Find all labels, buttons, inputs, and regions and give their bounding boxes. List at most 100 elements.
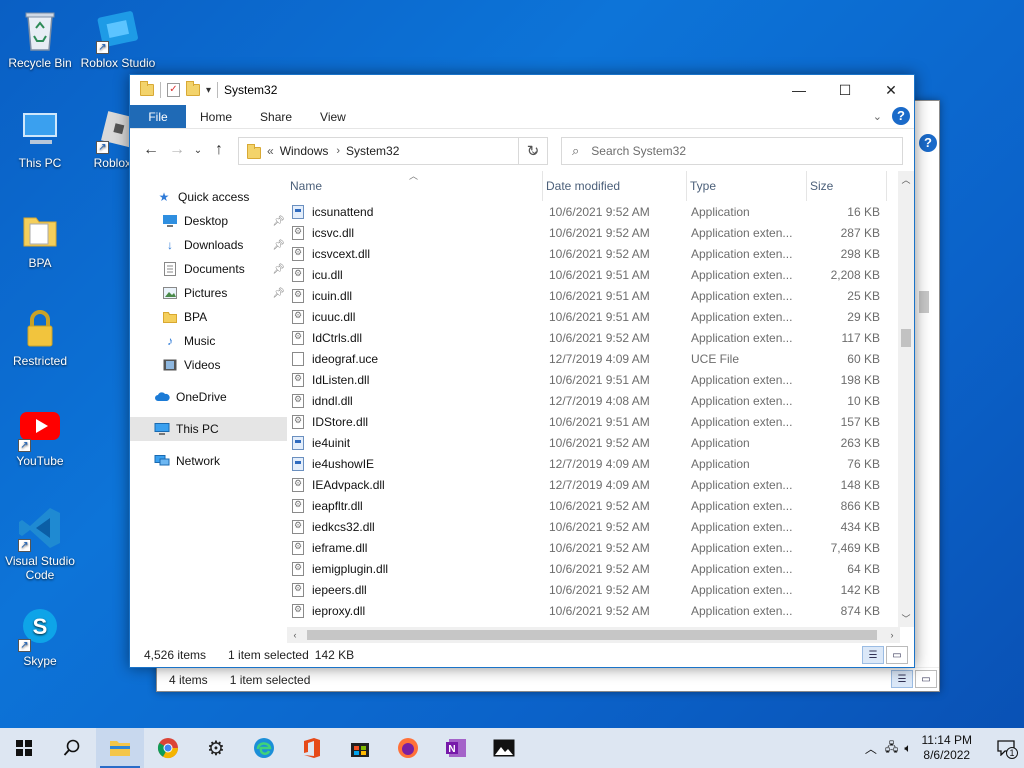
file-name-cell[interactable]: iedkcs32.dll	[287, 519, 543, 534]
new-folder-icon[interactable]	[186, 81, 200, 96]
customize-toolbar-icon[interactable]: ▾	[206, 85, 211, 96]
file-row[interactable]: idndl.dll 12/7/2019 4:08 AM Application ex…	[287, 390, 915, 411]
recent-locations-button[interactable]: ⌄	[190, 145, 206, 156]
scroll-down-icon[interactable]: ﹀	[898, 612, 914, 625]
desktop-icon-roblox-studio[interactable]: ↗ Roblox Studio	[78, 6, 158, 70]
taskbar-edge[interactable]	[240, 728, 288, 768]
file-name-cell[interactable]: ideograf.uce	[287, 351, 543, 366]
nav-item-music[interactable]: ♪ Music	[130, 329, 287, 353]
tab-share[interactable]: Share	[246, 105, 306, 128]
file-name-cell[interactable]: icuuc.dll	[287, 309, 543, 324]
minimize-button[interactable]: —	[776, 75, 822, 105]
file-name-cell[interactable]: icu.dll	[287, 267, 543, 282]
file-name-cell[interactable]: IDStore.dll	[287, 414, 543, 429]
desktop-icon-restricted[interactable]: Restricted	[0, 304, 80, 368]
file-row[interactable]: ieproxy.dll 10/6/2021 9:52 AM Application …	[287, 600, 915, 621]
up-button[interactable]: ↑	[206, 141, 232, 159]
file-name-cell[interactable]: IdListen.dll	[287, 372, 543, 387]
column-date-modified[interactable]: Date modified	[543, 171, 687, 201]
file-row[interactable]: iepeers.dll 10/6/2021 9:52 AM Application …	[287, 579, 915, 600]
nav-onedrive[interactable]: OneDrive	[130, 385, 287, 409]
maximize-button[interactable]: ☐	[822, 75, 868, 105]
expand-ribbon-icon[interactable]: ⌄	[873, 110, 882, 123]
file-name-cell[interactable]: idndl.dll	[287, 393, 543, 408]
nav-network[interactable]: Network	[130, 449, 287, 473]
file-row[interactable]: ie4ushowIE 12/7/2019 4:09 AM Application 76…	[287, 453, 915, 474]
pin-icon[interactable]: 📌︎	[272, 240, 285, 251]
vertical-scrollbar[interactable]: ︿ ﹀	[898, 171, 914, 627]
desktop-icon-skype[interactable]: S ↗ Skype	[0, 604, 80, 668]
file-name-cell[interactable]: icsvcext.dll	[287, 246, 543, 261]
desktop-icon-vscode[interactable]: ↗ Visual Studio Code	[0, 504, 80, 582]
pin-icon[interactable]: 📌︎	[272, 288, 285, 299]
pin-icon[interactable]: 📌︎	[272, 264, 285, 275]
file-row[interactable]: icuin.dll 10/6/2021 9:51 AM Application ex…	[287, 285, 915, 306]
desktop-icon-bpa[interactable]: BPA	[0, 206, 80, 270]
file-name-cell[interactable]: ie4ushowIE	[287, 456, 543, 471]
file-row[interactable]: ieapfltr.dll 10/6/2021 9:52 AM Application…	[287, 495, 915, 516]
details-view-icon[interactable]: ☰	[862, 646, 884, 664]
desktop-icon-this-pc[interactable]: This PC	[0, 106, 80, 170]
file-row[interactable]: IEAdvpack.dll 12/7/2019 4:09 AM Applicatio…	[287, 474, 915, 495]
file-row[interactable]: IDStore.dll 10/6/2021 9:51 AM Application …	[287, 411, 915, 432]
file-row[interactable]: icsunattend 10/6/2021 9:52 AM Application 1…	[287, 201, 915, 222]
title-bar[interactable]: ✓ ▾ System32 — ☐ ✕	[130, 75, 914, 105]
chevron-right-icon[interactable]: ›	[336, 145, 340, 157]
file-name-cell[interactable]: IEAdvpack.dll	[287, 477, 543, 492]
desktop-icon-recycle-bin[interactable]: Recycle Bin	[0, 6, 80, 70]
file-name-cell[interactable]: icsvc.dll	[287, 225, 543, 240]
nav-item-documents[interactable]: Documents 📌︎	[130, 257, 287, 281]
taskbar-store[interactable]	[336, 728, 384, 768]
file-row[interactable]: ideograf.uce 12/7/2019 4:09 AM UCE File 60 …	[287, 348, 915, 369]
taskbar-settings[interactable]: ⚙	[192, 728, 240, 768]
search-input[interactable]: Search System32	[591, 144, 686, 158]
breadcrumb-windows[interactable]: Windows	[280, 144, 329, 158]
forward-button[interactable]: →	[164, 141, 190, 159]
scroll-left-icon[interactable]: ‹	[287, 627, 303, 643]
taskbar-file-explorer[interactable]	[96, 728, 144, 768]
file-row[interactable]: ie4uinit 10/6/2021 9:52 AM Application 263 …	[287, 432, 915, 453]
scroll-up-icon[interactable]: ︿	[898, 173, 914, 186]
scrollbar-thumb[interactable]	[919, 291, 929, 313]
taskbar-chrome[interactable]	[144, 728, 192, 768]
file-name-cell[interactable]: ie4uinit	[287, 435, 543, 450]
file-row[interactable]: iemigplugin.dll 10/6/2021 9:52 AM Applicat…	[287, 558, 915, 579]
back-button[interactable]: ←	[138, 141, 164, 159]
show-hidden-icons-button[interactable]: ︿	[865, 740, 877, 757]
nav-item-desktop[interactable]: Desktop 📌︎	[130, 209, 287, 233]
taskbar-office[interactable]	[288, 728, 336, 768]
desktop-icon-youtube[interactable]: ↗ YouTube	[0, 404, 80, 468]
file-row[interactable]: icuuc.dll 10/6/2021 9:51 AM Application ex…	[287, 306, 915, 327]
file-name-cell[interactable]: iemigplugin.dll	[287, 561, 543, 576]
file-name-cell[interactable]: icsunattend	[287, 204, 543, 219]
horizontal-scrollbar[interactable]: ‹ ›	[287, 627, 900, 643]
file-name-cell[interactable]: icuin.dll	[287, 288, 543, 303]
nav-quick-access[interactable]: ★ Quick access	[130, 185, 287, 209]
file-name-cell[interactable]: ieframe.dll	[287, 540, 543, 555]
nav-this-pc[interactable]: This PC	[130, 417, 287, 441]
search-box[interactable]: ⌕ Search System32	[561, 137, 903, 165]
breadcrumb-system32[interactable]: System32	[346, 144, 399, 158]
tab-home[interactable]: Home	[186, 105, 246, 128]
file-row[interactable]: icsvc.dll 10/6/2021 9:52 AM Application ex…	[287, 222, 915, 243]
column-type[interactable]: Type	[687, 171, 807, 201]
tab-file[interactable]: File	[130, 105, 186, 128]
taskbar-firefox[interactable]	[384, 728, 432, 768]
file-name-cell[interactable]: IdCtrls.dll	[287, 330, 543, 345]
properties-icon[interactable]: ✓	[167, 83, 180, 97]
pin-icon[interactable]: 📌︎	[272, 216, 285, 227]
search-button[interactable]	[48, 728, 96, 768]
address-bar[interactable]: « Windows › System32 ⌄	[238, 137, 548, 165]
tab-view[interactable]: View	[306, 105, 360, 128]
notification-center-button[interactable]: 1	[988, 728, 1024, 768]
network-tray-icon[interactable]: 🖧︎	[885, 738, 898, 759]
large-icons-view-icon[interactable]: ▭	[886, 646, 908, 664]
taskbar-onenote[interactable]: N	[432, 728, 480, 768]
scroll-right-icon[interactable]: ›	[884, 627, 900, 643]
help-icon[interactable]: ?	[919, 134, 937, 152]
clock[interactable]: 11:14 PM 8/6/2022	[922, 733, 972, 763]
nav-item-pictures[interactable]: Pictures 📌︎	[130, 281, 287, 305]
file-explorer-window[interactable]: ✓ ▾ System32 — ☐ ✕ File Home Share View …	[129, 74, 915, 668]
nav-item-videos[interactable]: Videos	[130, 353, 287, 377]
nav-item-bpa[interactable]: BPA	[130, 305, 287, 329]
